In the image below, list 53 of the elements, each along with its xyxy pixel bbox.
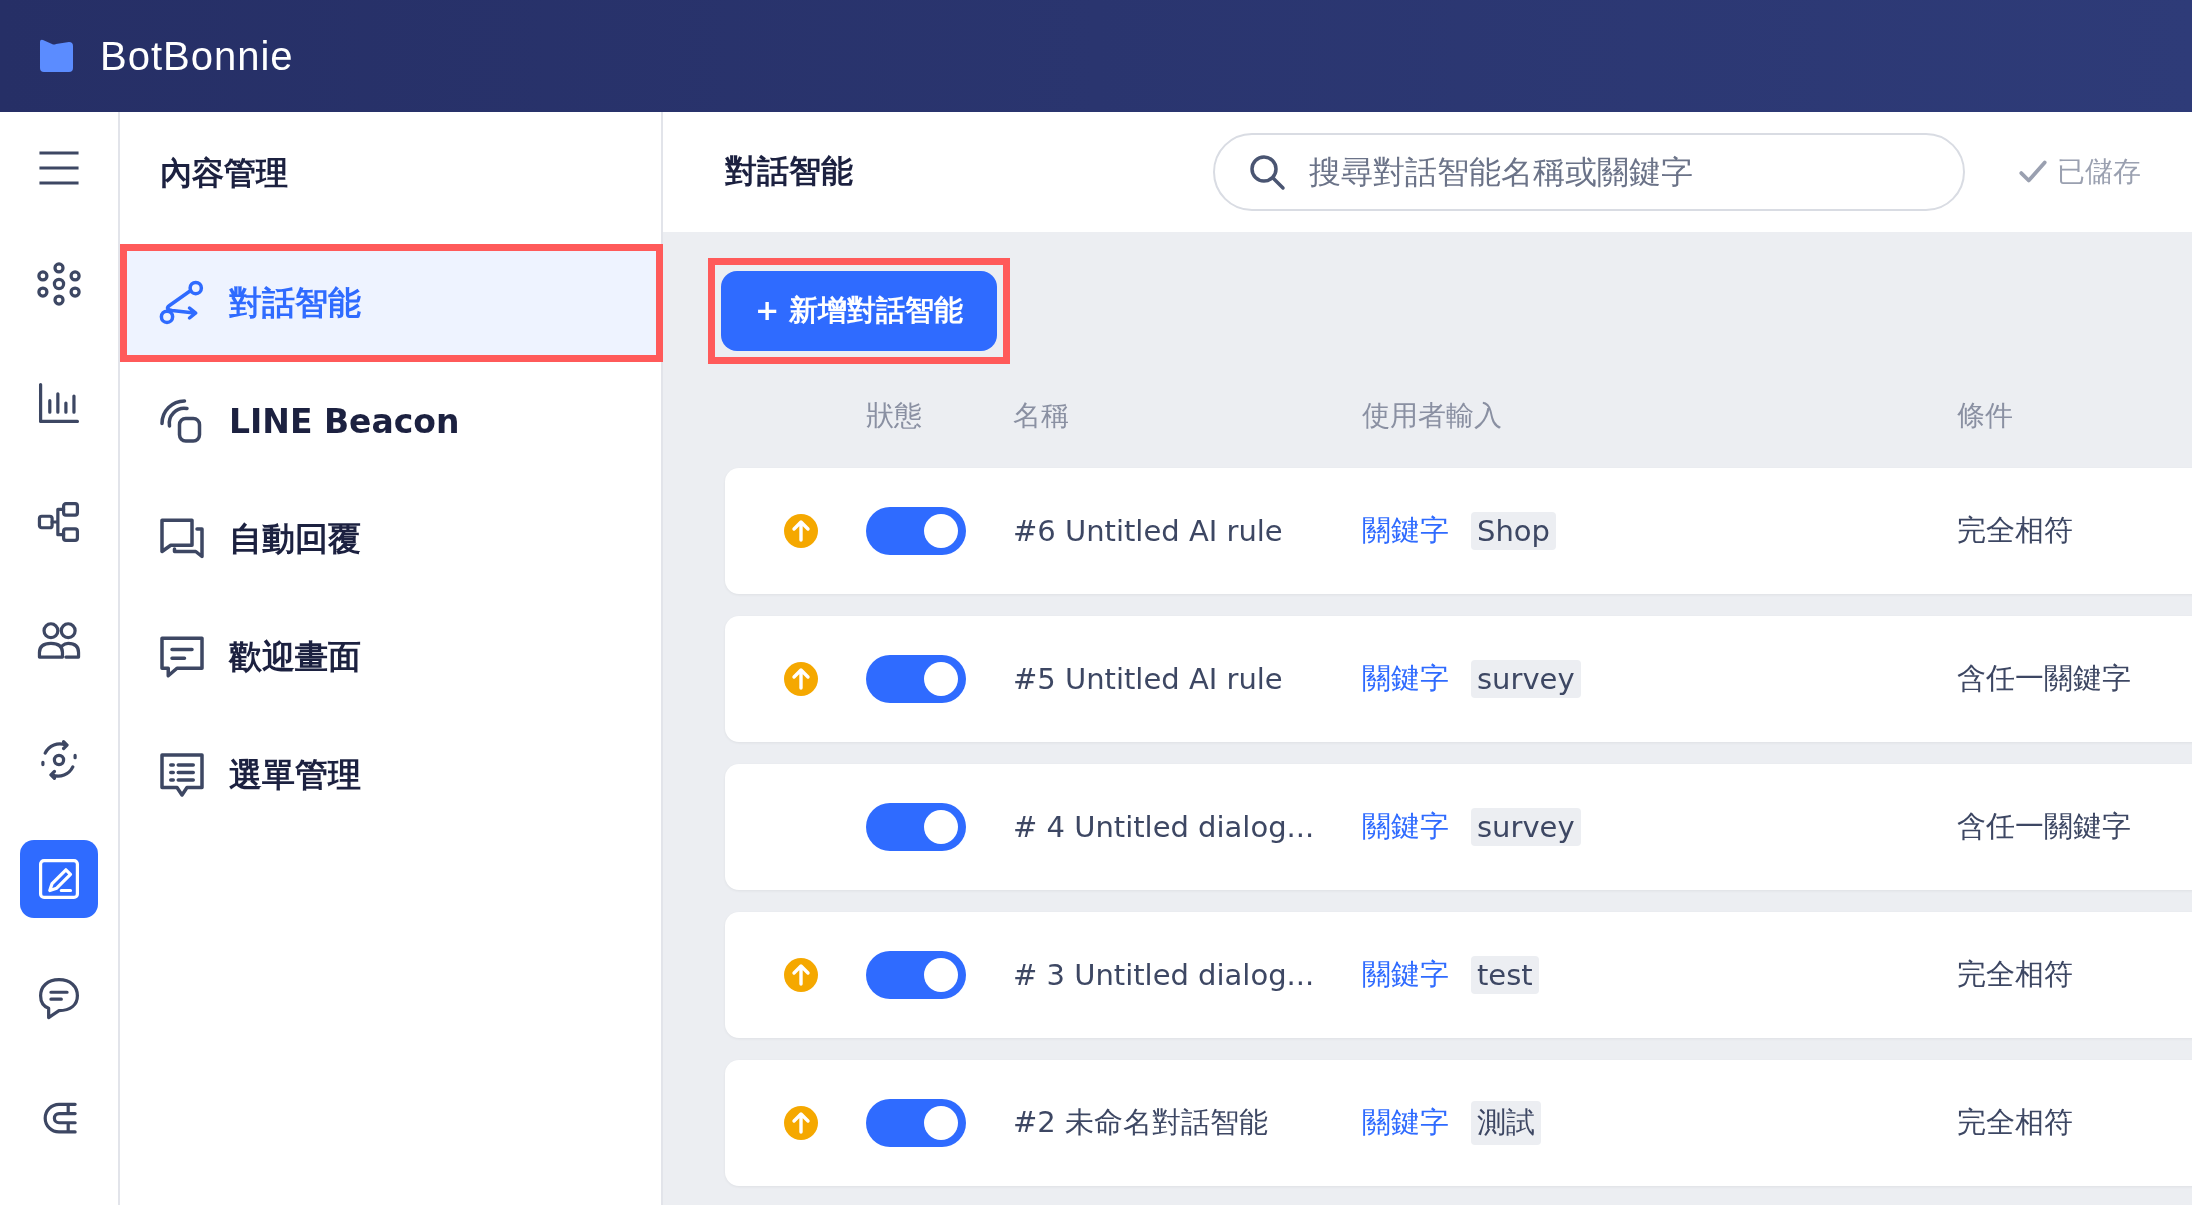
add-button[interactable]: + 新增對話智能	[721, 271, 998, 351]
search-icon	[1247, 152, 1287, 192]
input-type-link[interactable]: 關鍵字	[1362, 511, 1449, 551]
sidebar-title: 內容管理	[159, 153, 289, 194]
search-field[interactable]: 搜尋對話智能名稱或關鍵字	[1213, 133, 1965, 211]
match-condition: 含任一關鍵字	[1957, 660, 2132, 697]
toggle-switch[interactable]	[866, 655, 966, 703]
page-title: 對話智能	[725, 151, 854, 192]
rule-row[interactable]: #5 Untitled AI rule 關鍵字 survey 含任一關鍵字	[725, 616, 2192, 742]
toggle-switch[interactable]	[866, 1099, 966, 1147]
match-condition: 含任一關鍵字	[1957, 808, 2132, 845]
toggle-switch[interactable]	[866, 951, 966, 999]
rule-name: #5 Untitled AI rule	[1013, 662, 1284, 696]
rule-row[interactable]: # 3 Untitled dialog... 關鍵字 test 完全相符	[725, 912, 2192, 1038]
rule-name: # 3 Untitled dialog...	[1013, 958, 1316, 992]
rule-row[interactable]: # 4 Untitled dialog... 關鍵字 survey 含任一關鍵字	[725, 764, 2192, 890]
match-condition: 完全相符	[1957, 956, 2074, 993]
keyword-tag: test	[1471, 956, 1539, 994]
list-message-icon	[157, 750, 207, 800]
sidebar-item[interactable]: 選單管理	[127, 723, 656, 827]
match-condition: 完全相符	[1957, 1104, 2074, 1141]
sidebar-item[interactable]: 自動回覆	[127, 487, 656, 591]
brand-name: BotBonnie	[100, 33, 294, 79]
network-icon	[36, 261, 82, 307]
input-type-link[interactable]: 關鍵字	[1362, 1103, 1449, 1143]
save-status: 已儲存	[2057, 154, 2141, 190]
rule-name: #6 Untitled AI rule	[1013, 514, 1284, 548]
match-condition: 完全相符	[1957, 512, 2074, 549]
column-header: 名稱	[1013, 398, 1070, 434]
toggle-switch[interactable]	[866, 803, 966, 851]
column-header: 條件	[1957, 398, 2014, 434]
column-header: 使用者輸入	[1362, 398, 1503, 434]
input-type-link[interactable]: 關鍵字	[1362, 807, 1449, 847]
keyword-tag: survey	[1471, 660, 1581, 698]
sidebar-item[interactable]: 歡迎畫面	[127, 605, 656, 709]
sidebar-item[interactable]: LINE Beacon	[127, 369, 656, 473]
chat-bubble-icon	[36, 975, 82, 1021]
rule-row[interactable]: #6 Untitled AI rule 關鍵字 Shop 完全相符	[725, 468, 2192, 594]
edit-icon	[36, 856, 82, 902]
input-type-link[interactable]: 關鍵字	[1362, 659, 1449, 699]
input-type-link[interactable]: 關鍵字	[1362, 955, 1449, 995]
bar-chart-icon	[36, 380, 82, 426]
column-header: 狀態	[866, 398, 923, 434]
rule-name: #2 未命名對話智能	[1013, 1104, 1269, 1141]
nav-rail-button[interactable]	[20, 840, 98, 918]
keyword-tag: 測試	[1471, 1101, 1541, 1145]
flow-chart-icon	[36, 499, 82, 545]
keyword-tag: survey	[1471, 808, 1581, 846]
toggle-switch[interactable]	[866, 507, 966, 555]
keyword-tag: Shop	[1471, 512, 1556, 550]
rule-name: # 4 Untitled dialog...	[1013, 810, 1316, 844]
sidebar-item[interactable]: 對話智能	[127, 251, 656, 355]
rule-row[interactable]: #2 未命名對話智能 關鍵字 測試 完全相符	[725, 1060, 2192, 1186]
